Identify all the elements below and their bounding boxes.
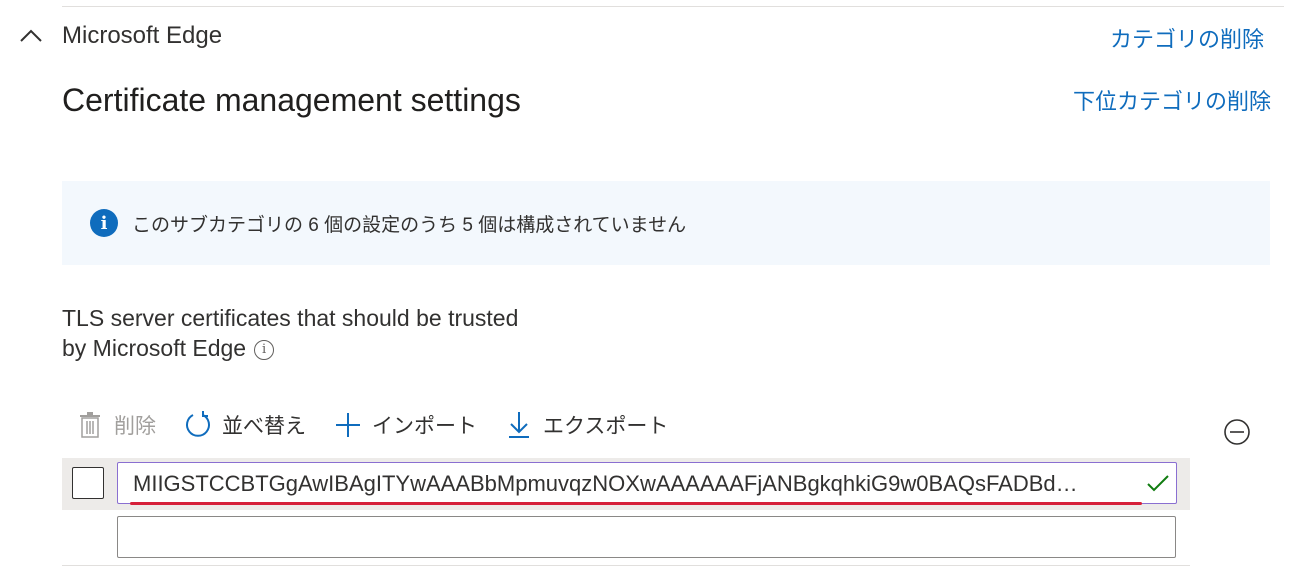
plus-icon xyxy=(334,411,362,439)
new-certificate-value-field[interactable] xyxy=(117,516,1176,558)
trash-icon xyxy=(76,411,104,439)
bottom-divider xyxy=(62,565,1190,566)
import-button[interactable]: インポート xyxy=(334,410,477,440)
section-title: Microsoft Edge xyxy=(62,22,223,49)
spellcheck-underline xyxy=(130,502,1142,505)
info-icon: i xyxy=(90,209,118,237)
setting-label: TLS server certificates that should be t… xyxy=(62,303,522,363)
section-collapse-toggle[interactable]: Microsoft Edge xyxy=(18,20,222,52)
policy-editor: Microsoft Edge カテゴリの削除 Certificate manag… xyxy=(0,0,1302,568)
export-button[interactable]: エクスポート xyxy=(505,410,668,440)
delete-button[interactable]: 削除 xyxy=(76,410,156,440)
delete-button-label: 削除 xyxy=(114,415,156,438)
remove-category-link[interactable]: カテゴリの削除 xyxy=(1110,22,1264,54)
reorder-button-label: 並べ替え xyxy=(222,415,306,438)
row-checkbox[interactable] xyxy=(72,467,104,499)
checkmark-icon xyxy=(1146,473,1170,493)
info-banner-text: このサブカテゴリの 6 個の設定のうち 5 個は構成されていません xyxy=(132,214,687,236)
info-banner: i このサブカテゴリの 6 個の設定のうち 5 個は構成されていません xyxy=(62,181,1270,265)
info-circle-icon[interactable]: i xyxy=(254,339,275,360)
refresh-icon xyxy=(184,411,212,439)
import-button-label: インポート xyxy=(372,415,477,438)
certificate-value-field[interactable]: MIIGSTCCBTGgAwIBAgITYwAAABbMpmuvqzNOXwAA… xyxy=(117,462,1177,505)
reorder-button[interactable]: 並べ替え xyxy=(184,410,306,440)
chevron-up-icon xyxy=(18,26,44,46)
top-divider xyxy=(62,6,1284,7)
subcategory-title: Certificate management settings xyxy=(62,82,521,118)
list-row: MIIGSTCCBTGgAwIBAgITYwAAABbMpmuvqzNOXwAA… xyxy=(62,458,1190,510)
minus-circle-icon[interactable] xyxy=(1223,418,1251,446)
certificate-value-text: MIIGSTCCBTGgAwIBAgITYwAAABbMpmuvqzNOXwAA… xyxy=(133,471,1078,496)
setting-label-text: TLS server certificates that should be t… xyxy=(62,305,519,361)
list-toolbar: 削除 並べ替え インポート エクスポート xyxy=(76,404,696,446)
download-icon xyxy=(505,411,533,439)
export-button-label: エクスポート xyxy=(543,415,669,438)
remove-subcategory-link[interactable]: 下位カテゴリの削除 xyxy=(1073,84,1271,116)
